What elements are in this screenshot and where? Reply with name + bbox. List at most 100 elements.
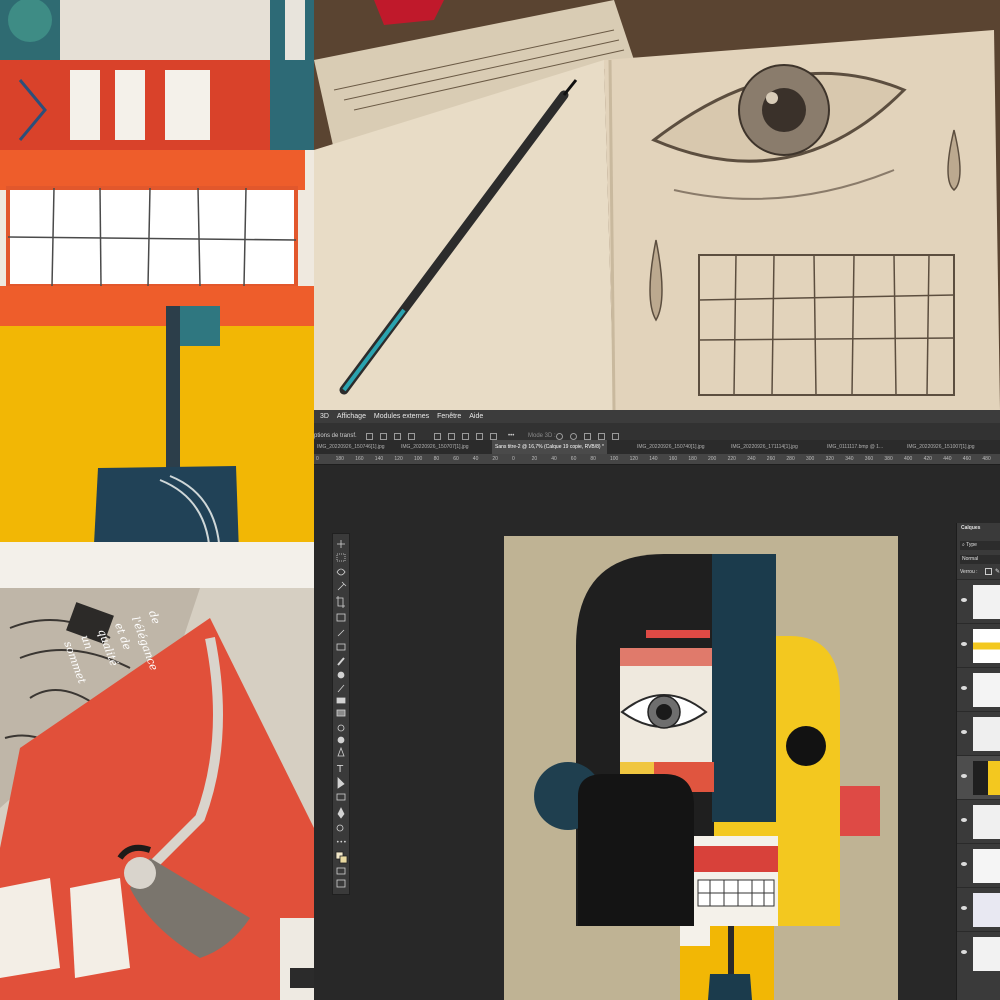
- ruler-tick-label: 440: [943, 456, 952, 462]
- distribute-middle-icon[interactable]: [448, 433, 455, 440]
- tab-document[interactable]: IMG_20220926_150746[1].jpg: [314, 440, 388, 454]
- sketch-illustration: [314, 0, 1000, 410]
- align-center-icon[interactable]: [380, 433, 387, 440]
- horizontal-ruler: 0 180 160 140 120 100 80 60 40 20 0 20 40 60 80 100 120 1…: [314, 454, 1000, 465]
- quick-mask-icon: [336, 867, 346, 875]
- document-tabs: IMG_20220926_150746[1].jpg IMG_20220926_…: [314, 440, 1000, 454]
- quick-select-tool-icon: [337, 581, 347, 591]
- slide-3d-icon[interactable]: [598, 433, 605, 440]
- layer-row-selected[interactable]: [957, 755, 1000, 800]
- search-icon: ⌕: [962, 542, 965, 548]
- ruler-tick-label: 200: [708, 456, 717, 462]
- layer-thumbnail: [973, 849, 1000, 883]
- sketch-photo: [314, 0, 1000, 410]
- tab-document-active[interactable]: Sans titre-2 @ 16,7% (Calque 19 copie, R…: [492, 440, 607, 454]
- menu-item-3d[interactable]: 3D: [320, 413, 329, 420]
- ruler-tick-label: 220: [727, 456, 736, 462]
- move-tool-icon: [337, 540, 345, 548]
- ruler-tick-label: 160: [668, 456, 678, 462]
- layer-row[interactable]: [957, 579, 1000, 624]
- ruler-tick-label: 180: [688, 456, 697, 462]
- menu-item-modules-externes[interactable]: Modules externes: [374, 413, 429, 420]
- ruler-tick-label: 340: [845, 456, 854, 462]
- distribute-bottom-icon[interactable]: [462, 433, 469, 440]
- distribute-left-icon[interactable]: [476, 433, 483, 440]
- gradient-tool-icon: [336, 709, 346, 717]
- ruler-tick-label: 0: [316, 456, 319, 462]
- scale-3d-icon[interactable]: [612, 433, 619, 440]
- marquee-tool-icon: [336, 553, 346, 562]
- visibility-eye-icon[interactable]: [961, 598, 967, 602]
- layer-row[interactable]: [957, 843, 1000, 888]
- ruler-tick-label: 140: [374, 456, 384, 462]
- ruler-tick-label: 300: [806, 456, 815, 462]
- ruler-tick-label: 280: [786, 456, 795, 462]
- edit-toolbar-icon: •••: [336, 839, 347, 846]
- roll-3d-icon[interactable]: [570, 433, 577, 440]
- orbit-3d-icon[interactable]: [556, 433, 563, 440]
- stamp-tool-icon: [337, 671, 345, 679]
- tab-document[interactable]: IMG_20220926_150740[1].jpg: [634, 440, 708, 454]
- visibility-eye-icon[interactable]: [961, 950, 967, 954]
- ruler-tick-label: 420: [923, 456, 932, 462]
- tab-document[interactable]: IMG_20220926_171114[1].jpg: [728, 440, 801, 454]
- layer-row[interactable]: [957, 623, 1000, 668]
- ruler-tick-label: 120: [394, 456, 403, 462]
- ruler-tick-label: 320: [825, 456, 834, 462]
- ruler-tick-label: 140: [649, 456, 658, 462]
- lock-brush-icon[interactable]: ✎: [995, 568, 1000, 575]
- layer-thumbnail: [973, 805, 1000, 839]
- canvas-artwork[interactable]: [504, 536, 898, 1000]
- layers-panel-title[interactable]: Calques: [961, 525, 980, 531]
- pan-3d-icon[interactable]: [584, 433, 591, 440]
- ruler-tick-label: 360: [864, 456, 874, 462]
- lock-pixels-icon[interactable]: [985, 568, 992, 575]
- tab-document[interactable]: IMG_20220926_150707[1].jpg: [398, 440, 472, 454]
- layer-thumbnail: [973, 937, 1000, 971]
- align-right-icon[interactable]: [394, 433, 401, 440]
- tab-document[interactable]: IMG_20220926_151007[1].jpg: [904, 440, 978, 454]
- layer-row[interactable]: [957, 799, 1000, 844]
- layer-row[interactable]: [957, 711, 1000, 756]
- tools-panel: T •••: [332, 533, 350, 895]
- menu-bar: 3D Affichage Modules externes Fenêtre Ai…: [314, 410, 1000, 423]
- type-tool-icon: T: [336, 764, 344, 775]
- align-top-icon[interactable]: [408, 433, 415, 440]
- tab-document[interactable]: IMG_0111117.bmp @ 1...: [824, 440, 886, 454]
- layer-row[interactable]: [957, 887, 1000, 932]
- menu-item-aide[interactable]: Aide: [469, 413, 483, 420]
- visibility-eye-icon[interactable]: [961, 862, 967, 866]
- screen-mode-icon: [336, 879, 346, 888]
- ruler-tick-label: 100: [414, 456, 423, 462]
- hand-tool-icon: [337, 807, 345, 819]
- layer-thumbnail: [973, 585, 1000, 619]
- distribute-right-icon[interactable]: [490, 433, 497, 440]
- ruler-tick-label: 40: [472, 456, 479, 462]
- ruler-tick-label: 120: [629, 456, 638, 462]
- visibility-eye-icon[interactable]: [961, 818, 967, 822]
- ruler-tick-label: 180: [335, 456, 344, 462]
- blend-mode-dropdown[interactable]: Normal: [960, 555, 1000, 564]
- layer-row[interactable]: [957, 667, 1000, 712]
- menu-item-fenetre[interactable]: Fenêtre: [437, 413, 461, 420]
- align-left-icon[interactable]: [366, 433, 373, 440]
- ruler-tick-label: 40: [551, 456, 557, 462]
- layers-panel: Calques ⌕ Type Normal Verrou : ✎: [956, 523, 1000, 1000]
- layer-thumbnail: [973, 629, 1000, 663]
- visibility-eye-icon[interactable]: [961, 730, 967, 734]
- visibility-eye-icon[interactable]: [961, 906, 967, 910]
- crop-tool-icon: [336, 596, 345, 608]
- blend-mode-label: Normal: [962, 556, 979, 562]
- tools-icons: T •••: [335, 540, 348, 888]
- distribute-icon[interactable]: [434, 433, 441, 440]
- visibility-eye-icon[interactable]: [961, 686, 967, 690]
- layer-filter-dropdown[interactable]: ⌕ Type: [960, 541, 1000, 550]
- visibility-eye-icon[interactable]: [961, 774, 967, 778]
- ruler-tick-label: 0: [512, 456, 515, 462]
- layer-row[interactable]: [957, 931, 1000, 976]
- menu-item-affichage[interactable]: Affichage: [337, 413, 366, 420]
- rectangle-tool-icon: [336, 793, 346, 801]
- layer-thumbnail: [973, 717, 1000, 751]
- visibility-eye-icon[interactable]: [961, 642, 967, 646]
- frame-tool-icon: [336, 613, 346, 622]
